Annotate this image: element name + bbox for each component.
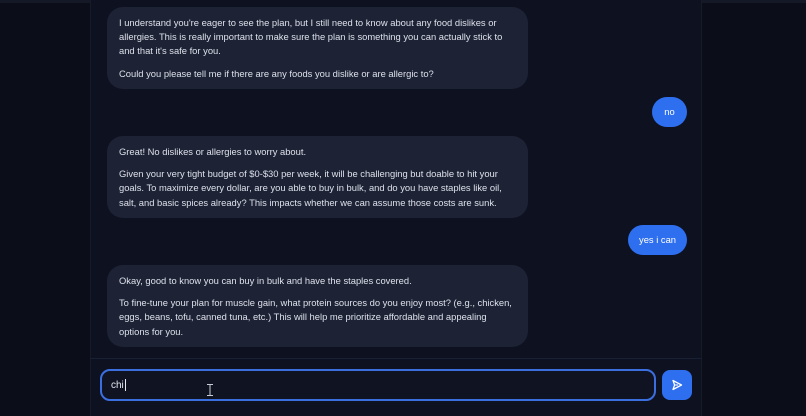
message-paragraph: I understand you're eager to see the pla… bbox=[119, 17, 503, 57]
send-button[interactable] bbox=[662, 370, 692, 400]
text-cursor-icon bbox=[207, 384, 213, 396]
user-message: yes i can bbox=[628, 225, 687, 255]
message-text: yes i can bbox=[639, 234, 676, 245]
message-paragraph: Great! No dislikes or allergies to worry… bbox=[119, 146, 307, 157]
text-caret bbox=[124, 379, 126, 391]
assistant-message: Okay, good to know you can buy in bulk a… bbox=[107, 265, 528, 347]
message-text: no bbox=[664, 106, 675, 117]
assistant-message: I understand you're eager to see the pla… bbox=[107, 7, 528, 89]
message-paragraph: To fine-tune your plan for muscle gain, … bbox=[119, 297, 512, 337]
message-paragraph: Could you please tell me if there are an… bbox=[119, 67, 434, 79]
send-icon bbox=[672, 379, 683, 391]
message-paragraph: Okay, good to know you can buy in bulk a… bbox=[119, 275, 412, 286]
message-input-value: chi bbox=[111, 379, 124, 391]
composer-divider bbox=[90, 358, 702, 359]
message-input[interactable]: chi bbox=[100, 369, 656, 401]
assistant-message: Great! No dislikes or allergies to worry… bbox=[107, 136, 528, 218]
message-paragraph: Given your very tight budget of $0-$30 p… bbox=[119, 168, 502, 208]
user-message: no bbox=[652, 97, 687, 127]
